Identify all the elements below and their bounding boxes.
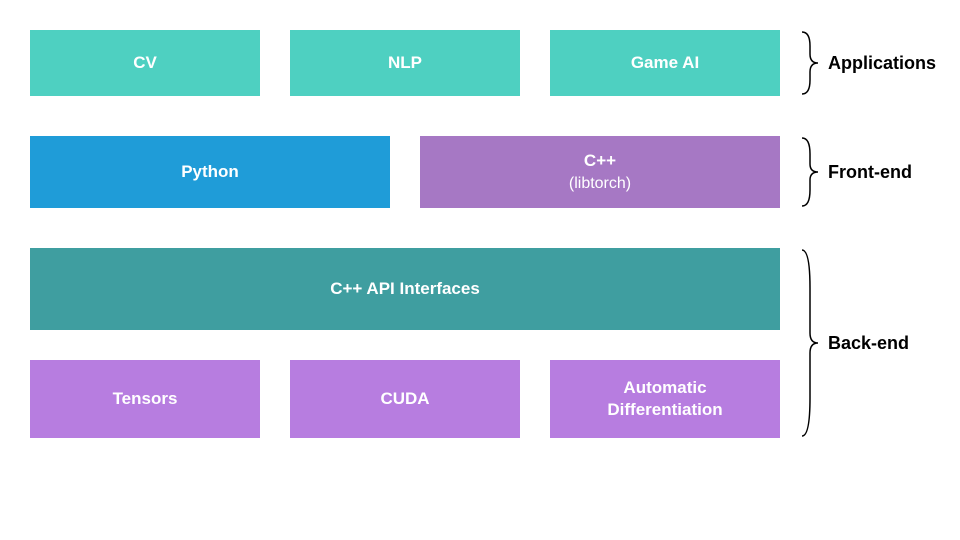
backend-box-autodiff: Automatic Differentiation <box>550 360 780 438</box>
frontend-box-cpp: C++ (libtorch) <box>420 136 780 208</box>
frontend-cpp-sublabel: (libtorch) <box>569 175 631 192</box>
frontend-row: Python C++ (libtorch) <box>30 136 780 208</box>
architecture-diagram: CV NLP Game AI Python C++ (libtorch) C++… <box>30 30 780 438</box>
backend-box-tensors: Tensors <box>30 360 260 438</box>
applications-row: CV NLP Game AI <box>30 30 780 96</box>
label-frontend: Front-end <box>800 136 912 208</box>
label-frontend-text: Front-end <box>828 162 912 183</box>
api-row: C++ API Interfaces <box>30 248 780 330</box>
app-box-gameai: Game AI <box>550 30 780 96</box>
api-box: C++ API Interfaces <box>30 248 780 330</box>
label-backend-text: Back-end <box>828 333 909 354</box>
frontend-box-python: Python <box>30 136 390 208</box>
label-applications-text: Applications <box>828 53 936 74</box>
brace-icon <box>800 136 820 208</box>
backend-row: Tensors CUDA Automatic Differentiation <box>30 360 780 438</box>
label-applications: Applications <box>800 30 936 96</box>
brace-icon <box>800 248 820 438</box>
app-box-cv: CV <box>30 30 260 96</box>
frontend-cpp-label: C++ <box>584 151 616 170</box>
brace-icon <box>800 30 820 96</box>
label-backend: Back-end <box>800 248 909 438</box>
backend-box-cuda: CUDA <box>290 360 520 438</box>
app-box-nlp: NLP <box>290 30 520 96</box>
